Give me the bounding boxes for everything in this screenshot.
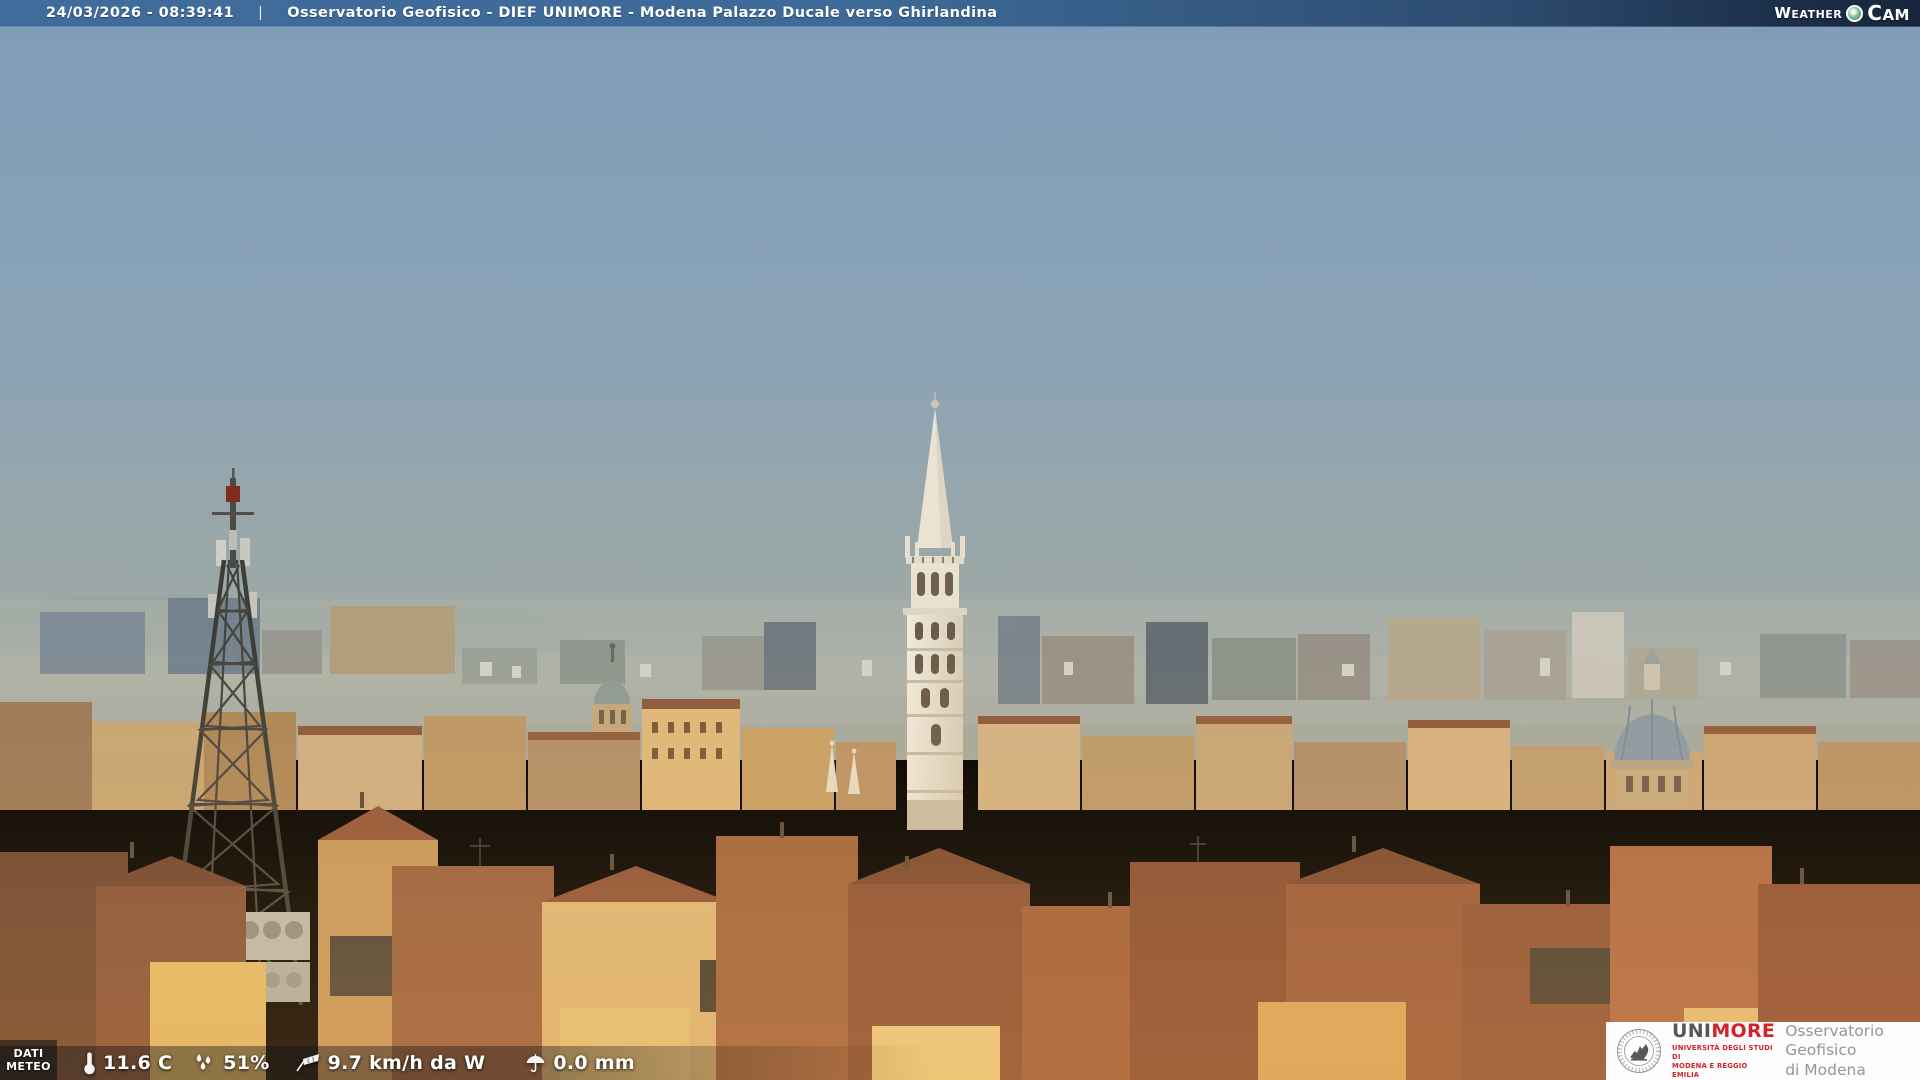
weathercam-logo[interactable]: Weather Cam [1774, 1, 1910, 25]
humidity-item: 51% [192, 1052, 269, 1074]
observatory-name-line1: Osservatorio Geofisico [1785, 1021, 1884, 1060]
unimore-subtitle-line1: UNIVERSITÀ DEGLI STUDI DI [1672, 1044, 1773, 1062]
observatory-name-line2: di Modena [1785, 1060, 1866, 1079]
humidity-value: 51% [223, 1052, 270, 1074]
cam-label: Cam [1867, 1, 1910, 25]
unimore-subtitle-line2: MODENA E REGGIO EMILIA [1672, 1062, 1748, 1079]
unimore-logo-box[interactable]: UNIMORE UNIVERSITÀ DEGLI STUDI DI MODENA… [1606, 1022, 1920, 1080]
wind-item: 9.7 km/h da W [294, 1052, 486, 1074]
wind-value: 9.7 km/h da W [327, 1052, 486, 1074]
thermometer-icon [84, 1052, 95, 1075]
topbar: 24/03/2026 - 08:39:41 | Osservatorio Geo… [0, 0, 1920, 27]
wind-icon [295, 1054, 319, 1072]
webcam-image [0, 0, 1920, 1080]
unimore-subtitle: UNIVERSITÀ DEGLI STUDI DI MODENA E REGGI… [1672, 1044, 1775, 1079]
temperature-value: 11.6 C [103, 1052, 173, 1074]
humidity-icon [196, 1054, 211, 1070]
weathercam-page: 24/03/2026 - 08:39:41 | Osservatorio Geo… [0, 0, 1920, 1080]
unimore-wordmark: UNIMORE [1672, 1022, 1775, 1041]
weather-label: Weather [1774, 4, 1843, 22]
datetime-text: 24/03/2026 - 08:39:41 [46, 5, 234, 21]
temperature-item: 11.6 C [83, 1051, 172, 1075]
dati-label-line2: METEO [6, 1060, 51, 1073]
globe-icon [1846, 4, 1864, 22]
rain-value: 0.0 mm [553, 1052, 635, 1074]
observatory-name: Osservatorio Geofisico di Modena [1785, 1022, 1920, 1080]
unimore-seal-icon [1617, 1029, 1661, 1073]
rain-icon [527, 1053, 545, 1072]
dati-meteo-badge: DATI METEO [0, 1040, 57, 1080]
page-title: Osservatorio Geofisico - DIEF UNIMORE - … [287, 5, 998, 21]
topbar-separator: | [257, 5, 264, 21]
dati-label-line1: DATI [13, 1046, 44, 1060]
unimore-uni-text: UNI [1672, 1020, 1712, 1043]
unimore-more-text: MORE [1711, 1020, 1776, 1043]
rain-item: 0.0 mm [525, 1052, 635, 1074]
weather-databar: DATI METEO 11.6 C 51% 9.7 km/h da W 0.0 … [0, 1040, 1010, 1080]
